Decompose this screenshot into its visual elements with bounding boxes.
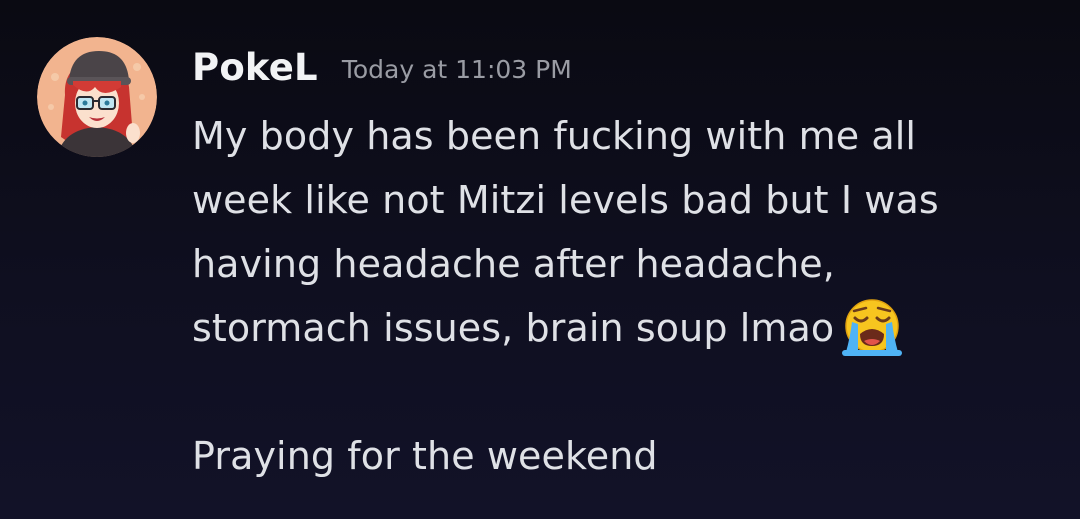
message-line: Praying for the weekend xyxy=(192,434,658,478)
message-content: My body has been fucking with me all wee… xyxy=(192,104,1052,488)
timestamp[interactable]: Today at 11:03 PM xyxy=(342,55,572,84)
message-line: having headache after headache, xyxy=(192,242,835,286)
user-avatar[interactable] xyxy=(37,37,157,157)
username[interactable]: PokeL xyxy=(192,46,318,89)
message-line-with-emoji: stormach issues, brain soup lmao xyxy=(192,296,1052,360)
loudly-crying-face-icon[interactable] xyxy=(840,294,904,358)
message-line: week like not Mitzi levels bad but I was xyxy=(192,178,939,222)
chat-message: PokeL Today at 11:03 PM My body has been… xyxy=(0,0,1080,519)
message-line: stormach issues, brain soup lmao xyxy=(192,306,835,350)
avatar-illustration xyxy=(37,37,157,157)
message-header: PokeL Today at 11:03 PM xyxy=(192,46,572,96)
message-line: My body has been fucking with me all xyxy=(192,114,917,158)
